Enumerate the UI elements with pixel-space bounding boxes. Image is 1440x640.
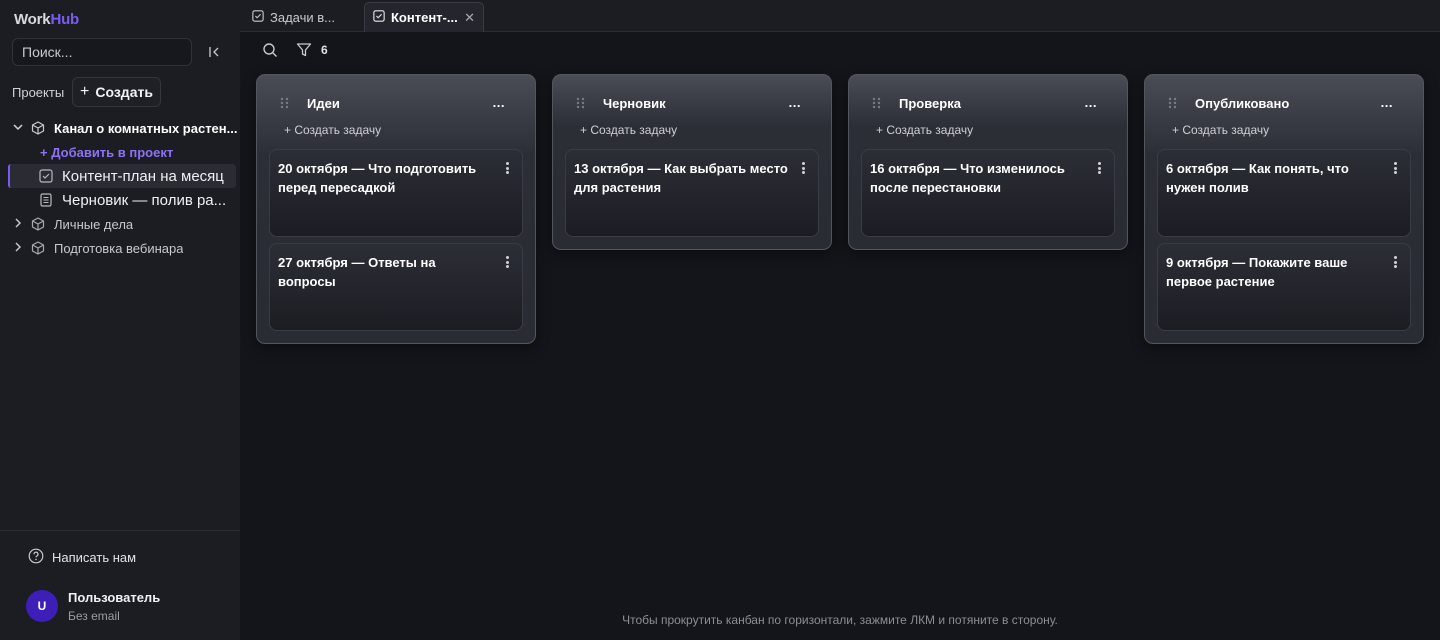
kebab-menu-icon[interactable]: [506, 256, 510, 268]
sidebar-item-content-plan[interactable]: Контент-план на месяц: [8, 164, 236, 188]
chevron-down-icon[interactable]: [12, 122, 24, 134]
filter-icon[interactable]: [296, 42, 312, 58]
avatar[interactable]: U: [26, 590, 58, 622]
tab-bar: Задачи в... Контент-... ✕: [240, 0, 1440, 32]
collapse-sidebar-icon[interactable]: [204, 43, 226, 61]
user-email: Без email: [68, 609, 120, 623]
scroll-hint: Чтобы прокрутить канбан по горизонтали, …: [622, 613, 1058, 627]
task-card[interactable]: 13 октября — Как выбрать место для расте…: [565, 149, 819, 237]
task-title: 9 октября — Покажите ваше первое растени…: [1166, 255, 1348, 289]
create-task-button[interactable]: + Создать задачу: [1145, 123, 1423, 149]
column-more-button[interactable]: ...: [1381, 95, 1393, 110]
drag-handle-icon[interactable]: [872, 97, 882, 109]
user-name: Пользователь: [68, 590, 161, 605]
close-icon[interactable]: ✕: [464, 10, 475, 26]
help-icon: [28, 548, 44, 567]
kanban-column-review: Проверка ... + Создать задачу 16 октября…: [848, 74, 1128, 250]
app-logo[interactable]: WorkHub: [14, 11, 79, 28]
kebab-menu-icon[interactable]: [506, 162, 510, 174]
sidebar: WorkHub Проекты +Создать Канал о комнатн…: [0, 0, 240, 640]
drag-handle-icon[interactable]: [1168, 97, 1178, 109]
project-name: Канал о комнатных растен...: [54, 120, 238, 136]
cube-icon: [30, 217, 46, 231]
task-title: 16 октября — Что изменилось после перест…: [870, 161, 1065, 195]
sidebar-footer: Написать нам U Пользователь Без email: [0, 530, 240, 640]
column-title: Проверка: [899, 96, 961, 111]
column-title: Опубликовано: [1195, 96, 1290, 111]
kebab-menu-icon[interactable]: [802, 162, 806, 174]
drag-handle-icon[interactable]: [280, 97, 290, 109]
kebab-menu-icon[interactable]: [1098, 162, 1102, 174]
drag-handle-icon[interactable]: [576, 97, 586, 109]
plus-icon: +: [80, 82, 90, 100]
kebab-menu-icon[interactable]: [1394, 162, 1398, 174]
search-icon[interactable]: [262, 42, 278, 58]
create-project-button[interactable]: + Создать: [72, 77, 161, 107]
add-to-project-link[interactable]: + Добавить в проект: [0, 141, 240, 163]
column-title: Идеи: [307, 96, 340, 111]
task-card[interactable]: 27 октября — Ответы на вопросы: [269, 243, 523, 331]
cube-icon: [30, 241, 46, 255]
create-task-button[interactable]: + Создать задачу: [553, 123, 831, 149]
kanban-column-draft: Черновик ... + Создать задачу 13 октября…: [552, 74, 832, 250]
task-title: 6 октября — Как понять, что нужен полив: [1166, 161, 1349, 195]
filter-count-badge: 6: [321, 43, 328, 57]
search-input[interactable]: [12, 38, 192, 66]
task-board-icon: [373, 10, 385, 25]
projects-label: Проекты: [12, 85, 65, 100]
document-icon: [38, 193, 54, 207]
tab-content-plan[interactable]: Контент-... ✕: [364, 2, 484, 32]
chevron-right-icon[interactable]: [12, 217, 24, 231]
column-more-button[interactable]: ...: [789, 95, 801, 110]
task-board-icon: [252, 9, 264, 25]
column-more-button[interactable]: ...: [1085, 95, 1097, 110]
task-title: 20 октября — Что подготовить перед перес…: [278, 161, 477, 195]
project-row-open[interactable]: Канал о комнатных растен...: [0, 117, 240, 139]
task-title: 13 октября — Как выбрать место для расте…: [574, 161, 788, 195]
kanban-column-published: Опубликовано ... + Создать задачу 6 октя…: [1144, 74, 1424, 344]
contact-us-button[interactable]: Написать нам: [28, 548, 136, 567]
tab-tasks[interactable]: Задачи в...: [244, 2, 362, 32]
create-task-button[interactable]: + Создать задачу: [257, 123, 535, 149]
sidebar-item-draft[interactable]: Черновик — полив ра...: [0, 188, 240, 212]
task-card[interactable]: 20 октября — Что подготовить перед перес…: [269, 149, 523, 237]
task-board-icon: [38, 169, 54, 183]
column-title: Черновик: [603, 96, 666, 111]
project-row-webinar[interactable]: Подготовка вебинара: [0, 237, 240, 259]
cube-icon: [30, 121, 46, 135]
create-task-button[interactable]: + Создать задачу: [849, 123, 1127, 149]
column-more-button[interactable]: ...: [493, 95, 505, 110]
kebab-menu-icon[interactable]: [1394, 256, 1398, 268]
kanban-column-ideas: Идеи ... + Создать задачу 20 октября — Ч…: [256, 74, 536, 344]
task-card[interactable]: 16 октября — Что изменилось после перест…: [861, 149, 1115, 237]
chevron-right-icon[interactable]: [12, 241, 24, 255]
task-card[interactable]: 6 октября — Как понять, что нужен полив: [1157, 149, 1411, 237]
project-row-personal[interactable]: Личные дела: [0, 213, 240, 235]
task-card[interactable]: 9 октября — Покажите ваше первое растени…: [1157, 243, 1411, 331]
task-title: 27 октября — Ответы на вопросы: [278, 255, 436, 289]
